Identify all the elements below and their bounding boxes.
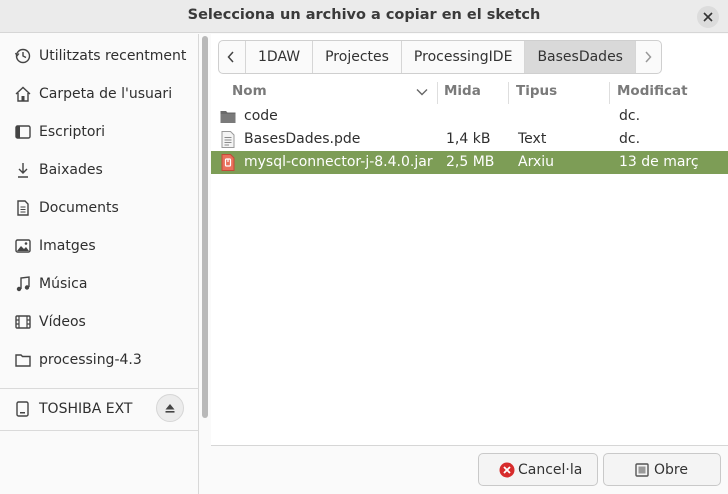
column-divider: [508, 82, 509, 104]
file-name: mysql-connector-j-8.4.0.jar: [244, 154, 433, 170]
column-headers: Nom Mida Tipus Modificat: [211, 82, 728, 104]
open-button[interactable]: Obre: [603, 453, 721, 486]
file-modified: dc.: [619, 131, 641, 147]
title-bar: Selecciona un archivo a copiar en el ske…: [0, 0, 728, 33]
sidebar-item-videos[interactable]: Vídeos: [0, 303, 199, 339]
places-sidebar: Utilitzats recentment Carpeta de l'usuar…: [0, 34, 199, 494]
sidebar-item-desktop[interactable]: Escriptori: [0, 113, 199, 149]
column-divider: [437, 82, 438, 104]
column-header-size[interactable]: Mida: [444, 83, 481, 99]
cancel-label: Cancel·la: [518, 462, 583, 478]
close-icon: [703, 12, 713, 22]
chevron-right-icon: [645, 51, 652, 63]
open-label: Obre: [654, 462, 688, 478]
path-back-button[interactable]: [219, 41, 245, 73]
file-modified: 13 de març: [619, 154, 699, 170]
cancel-icon: [499, 462, 515, 478]
file-name: BasesDades.pde: [244, 131, 361, 147]
sidebar-item-label: Música: [39, 276, 88, 292]
archive-file-icon: [221, 154, 235, 171]
home-icon: [15, 86, 31, 102]
recent-icon: [14, 48, 31, 64]
dialog-footer: Cancel·la Obre: [211, 445, 728, 494]
column-divider: [609, 82, 610, 104]
folder-icon: [15, 354, 31, 367]
cancel-button[interactable]: Cancel·la: [478, 453, 598, 486]
sidebar-item-documents[interactable]: Documents: [0, 189, 199, 225]
eject-button[interactable]: [156, 394, 184, 422]
sidebar-divider: [0, 388, 199, 389]
file-type: Text: [518, 131, 547, 147]
sidebar-item-home[interactable]: Carpeta de l'usuari: [0, 75, 199, 111]
desktop-icon: [15, 125, 31, 139]
sidebar-item-downloads[interactable]: Baixades: [0, 151, 199, 187]
text-file-icon: [221, 131, 235, 148]
file-size: 2,5 MB: [446, 154, 495, 170]
music-icon: [16, 276, 30, 292]
sidebar-item-music[interactable]: Música: [0, 265, 199, 301]
sidebar-item-label: Documents: [39, 200, 119, 216]
sidebar-item-label: Imatges: [39, 238, 96, 254]
file-name: code: [244, 108, 278, 124]
path-segment-projectes[interactable]: Projectes: [312, 41, 401, 73]
sidebar-item-label: TOSHIBA EXT: [39, 401, 133, 417]
column-header-type[interactable]: Tipus: [516, 83, 557, 99]
folder-icon: [220, 111, 236, 123]
sidebar-item-label: processing-4.3: [39, 352, 142, 368]
file-browser: 1DAW Projectes ProcessingIDE BasesDades …: [211, 34, 728, 445]
sidebar-item-recent[interactable]: Utilitzats recentment: [0, 37, 199, 73]
file-row[interactable]: code dc.: [211, 105, 728, 128]
file-type: Arxiu: [518, 154, 555, 170]
file-row-selected[interactable]: mysql-connector-j-8.4.0.jar 2,5 MB Arxiu…: [211, 151, 728, 174]
file-row[interactable]: BasesDades.pde 1,4 kB Text dc.: [211, 128, 728, 151]
column-header-name[interactable]: Nom: [232, 83, 267, 99]
sidebar-scrollbar[interactable]: [202, 36, 208, 418]
path-segment-1daw[interactable]: 1DAW: [245, 41, 312, 73]
download-icon: [18, 163, 28, 178]
open-folder-icon: [635, 463, 649, 477]
chevron-left-icon: [227, 51, 234, 63]
path-segment-processingide[interactable]: ProcessingIDE: [400, 41, 525, 73]
sort-chevron-down-icon: [416, 89, 428, 96]
image-icon: [15, 239, 31, 253]
dialog-title: Selecciona un archivo a copiar en el ske…: [187, 7, 541, 23]
sidebar-item-processing[interactable]: processing-4.3: [0, 341, 199, 377]
document-icon: [17, 200, 29, 216]
sidebar-item-label: Baixades: [39, 162, 103, 178]
eject-icon: [165, 404, 175, 413]
sidebar-item-label: Utilitzats recentment: [39, 48, 187, 64]
sidebar-item-label: Escriptori: [39, 124, 106, 140]
video-icon: [15, 315, 31, 329]
drive-icon: [16, 401, 29, 417]
path-segment-basesdades[interactable]: BasesDades: [524, 41, 635, 73]
path-forward-button[interactable]: [634, 41, 661, 73]
file-modified: dc.: [619, 108, 641, 124]
file-size: 1,4 kB: [446, 131, 491, 147]
close-button[interactable]: [697, 6, 719, 28]
sidebar-item-images[interactable]: Imatges: [0, 227, 199, 263]
sidebar-item-label: Vídeos: [39, 314, 86, 330]
sidebar-divider: [0, 430, 199, 431]
sidebar-item-label: Carpeta de l'usuari: [39, 86, 173, 102]
column-header-modified[interactable]: Modificat: [617, 83, 688, 99]
path-bar: 1DAW Projectes ProcessingIDE BasesDades: [218, 40, 662, 74]
